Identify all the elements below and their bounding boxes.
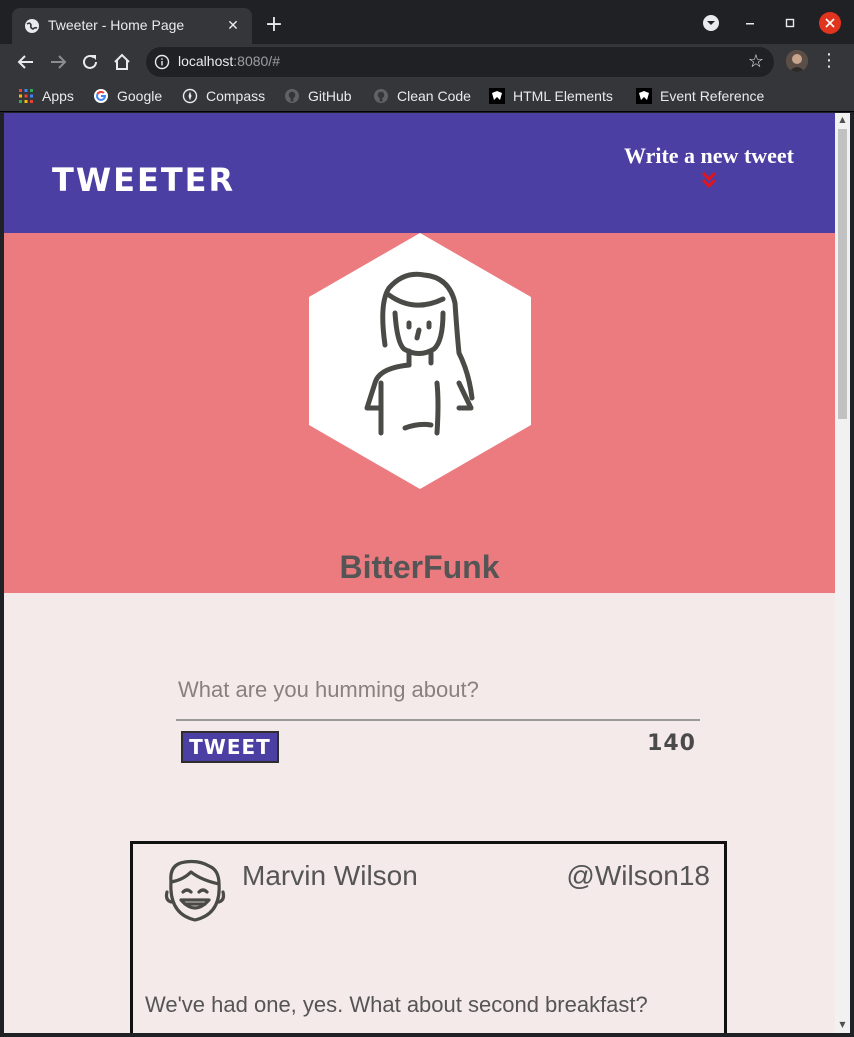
bookmark-label: Clean Code (397, 88, 471, 104)
bookmark-html-elements[interactable]: HTML Elements (489, 86, 613, 106)
site-nav: TWEETER Write a new tweet (4, 113, 835, 233)
info-icon[interactable] (154, 54, 170, 70)
maximize-icon[interactable] (779, 12, 801, 34)
url-path: :8080/# (233, 53, 280, 69)
tab-close-icon[interactable]: ✕ (224, 17, 242, 35)
address-bar[interactable]: localhost:8080/# ☆ (146, 47, 774, 77)
tweet-input[interactable] (176, 661, 700, 721)
tab-search-icon[interactable] (700, 12, 722, 34)
forward-arrow-icon[interactable] (46, 50, 70, 74)
bookmark-label: GitHub (308, 88, 352, 104)
mdn-icon (636, 88, 652, 104)
scrollbar-thumb[interactable] (838, 129, 847, 419)
github-icon (374, 89, 388, 103)
bookmark-compass[interactable]: Compass (182, 86, 265, 106)
bookmarks-bar: Apps Google Compass GitHub Clean Code HT… (0, 80, 854, 112)
bookmark-label: Event Reference (660, 88, 765, 104)
page-viewport: TWEETER Write a new tweet BitterFunk Wha… (4, 113, 835, 1033)
minimize-icon[interactable] (739, 12, 761, 34)
reload-icon[interactable] (78, 50, 102, 74)
scroll-up-arrow-icon[interactable]: ▲ (838, 116, 847, 124)
character-counter: 140 (647, 731, 696, 756)
bookmark-label: Apps (42, 88, 74, 104)
profile-avatar (309, 233, 531, 489)
tweet-submit-button[interactable]: TWEET (181, 731, 279, 763)
browser-profile-avatar[interactable] (786, 50, 808, 72)
window-close-icon[interactable] (819, 12, 841, 34)
tweet-author-name: Marvin Wilson (242, 860, 418, 891)
bookmark-apps[interactable]: Apps (18, 86, 74, 106)
back-arrow-icon[interactable] (14, 50, 38, 74)
home-icon[interactable] (110, 50, 134, 74)
tweet-author-handle: @Wilson18 (566, 860, 710, 891)
github-icon (285, 89, 299, 103)
url-host: localhost (178, 53, 234, 69)
bookmark-event-reference[interactable]: Event Reference (636, 86, 764, 106)
new-tab-button[interactable]: + (262, 14, 286, 38)
scroll-down-arrow-icon[interactable]: ▼ (838, 1021, 847, 1029)
compass-icon (182, 88, 198, 104)
browser-titlebar: Tweeter - Home Page ✕ + (0, 0, 854, 44)
bookmark-label: Compass (206, 88, 266, 104)
profile-header: BitterFunk (4, 233, 835, 593)
apps-grid-icon (19, 89, 33, 103)
profile-photo-icon (786, 50, 808, 72)
bookmark-github[interactable]: GitHub (284, 86, 352, 106)
mdn-icon (489, 88, 505, 104)
man-avatar-icon (164, 859, 226, 922)
compose-toggle-label: Write a new tweet (623, 143, 795, 168)
url-text[interactable]: localhost:8080/# (178, 53, 280, 69)
bookmark-clean-code[interactable]: Clean Code (373, 86, 471, 106)
site-brand[interactable]: TWEETER (52, 161, 235, 199)
google-icon (94, 89, 108, 103)
double-chevron-down-icon[interactable] (701, 171, 717, 189)
browser-tab[interactable]: Tweeter - Home Page ✕ (12, 8, 252, 44)
profile-username: BitterFunk (339, 549, 500, 585)
tab-title: Tweeter - Home Page (48, 17, 185, 33)
browser-toolbar: localhost:8080/# ☆ ⋮ (0, 44, 854, 80)
bookmark-label: Google (117, 88, 163, 104)
globe-icon (25, 19, 39, 33)
tweet-card: Marvin Wilson @Wilson18 We've had one, y… (130, 841, 727, 1033)
bookmark-star-icon[interactable]: ☆ (748, 51, 764, 72)
compose-toggle-button[interactable]: Write a new tweet (604, 143, 814, 189)
browser-menu-icon[interactable]: ⋮ (820, 49, 838, 73)
tweet-text: We've had one, yes. What about second br… (145, 992, 648, 1017)
page-scrollbar[interactable]: ▲ ▼ (835, 113, 850, 1033)
bookmark-label: HTML Elements (513, 88, 613, 104)
bookmark-google[interactable]: Google (93, 86, 162, 106)
